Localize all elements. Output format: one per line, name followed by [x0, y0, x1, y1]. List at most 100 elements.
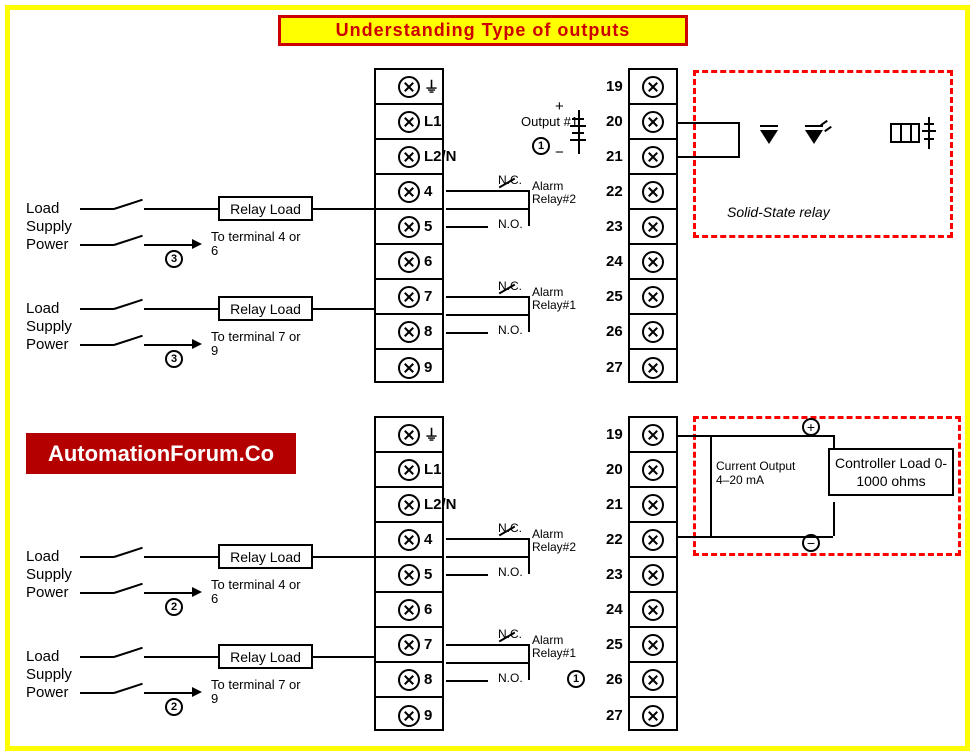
to-terminal-79: To terminal 7 or 9 — [211, 678, 301, 707]
num: 27 — [606, 359, 623, 376]
plus-terminal-icon: + — [802, 418, 820, 436]
wire — [678, 122, 738, 124]
wire — [80, 692, 114, 694]
terminal-9: 9 — [376, 698, 442, 733]
wire — [738, 122, 740, 158]
num: 3 — [171, 253, 177, 265]
screw-icon — [642, 529, 664, 551]
screw-icon — [642, 634, 664, 656]
alarm-relay1-label: Alarm Relay#1 — [532, 634, 587, 660]
wire — [80, 244, 114, 246]
wire — [446, 538, 488, 540]
num: 5 — [424, 566, 432, 583]
num: 23 — [606, 218, 623, 235]
terminal-4: 4 — [376, 523, 442, 558]
screw-icon — [398, 529, 420, 551]
to-terminal-46: To terminal 4 or 6 — [211, 230, 301, 259]
screw-icon — [398, 76, 420, 98]
wire — [446, 574, 488, 576]
circle-3b: 3 — [165, 350, 183, 368]
circle-3: 3 — [165, 250, 183, 268]
to-terminal-46: To terminal 4 or 6 — [211, 578, 301, 607]
nc-switch-icon — [488, 644, 528, 646]
num: 1 — [538, 140, 544, 152]
terminal-24: 24 — [630, 245, 676, 280]
screw-icon — [398, 146, 420, 168]
num: 19 — [606, 426, 623, 443]
nc-label: N.C. — [498, 173, 522, 187]
num: 4 — [424, 531, 432, 548]
relay-load-box: Relay Load — [218, 296, 313, 321]
screw-icon — [642, 111, 664, 133]
wire — [313, 656, 374, 658]
num: 25 — [606, 636, 623, 653]
diagram-frame: Understanding Type of outputs Automation… — [5, 5, 970, 751]
bottom-left-terminal-block: ⏚ L1 L2/N 4 5 6 7 8 9 — [374, 416, 444, 731]
plus-sign: + — [555, 98, 564, 115]
terminal-6: 6 — [376, 593, 442, 628]
nc-switch-icon — [488, 190, 528, 192]
switch-icon — [114, 234, 144, 256]
terminal-25: 25 — [630, 280, 676, 315]
terminal-22: 22 — [630, 175, 676, 210]
terminal-7: 7 — [376, 280, 442, 315]
diode-bar-icon — [760, 125, 778, 127]
load-label: Load — [26, 648, 59, 665]
supply-label: Supply — [26, 318, 72, 335]
terminal-6: 6 — [376, 245, 442, 280]
num: 24 — [606, 601, 623, 618]
terminal-19: 19 — [630, 70, 676, 105]
switch-icon — [114, 682, 144, 704]
power-label: Power — [26, 236, 69, 253]
terminal-5: 5 — [376, 210, 442, 245]
l2-label: L2/N — [424, 148, 457, 165]
screw-icon — [398, 705, 420, 727]
no-label: N.O. — [498, 565, 523, 579]
terminal-26: 26 — [630, 663, 676, 698]
wire — [80, 556, 114, 558]
wire — [446, 680, 488, 682]
wire — [446, 314, 528, 316]
terminal-8: 8 — [376, 315, 442, 350]
wire — [144, 556, 218, 558]
screw-icon — [642, 181, 664, 203]
supply-label: Supply — [26, 666, 72, 683]
terminal-20: 20 — [630, 105, 676, 140]
terminal: L2/N — [376, 488, 442, 523]
power-label: Power — [26, 336, 69, 353]
screw-icon — [642, 357, 664, 379]
alarm-relay2-label: Alarm Relay#2 — [532, 180, 587, 206]
num: 25 — [606, 288, 623, 305]
power-label: Power — [26, 584, 69, 601]
load-label: Load — [26, 548, 59, 565]
screw-icon — [642, 494, 664, 516]
relay-load-box: Relay Load — [218, 544, 313, 569]
wire — [80, 656, 114, 658]
wire — [528, 538, 530, 574]
controller-load-text: Controller Load 0-1000 ohms — [835, 455, 947, 489]
num: 19 — [606, 78, 623, 95]
arrow-icon — [192, 587, 202, 597]
num: 26 — [606, 671, 623, 688]
num: 23 — [606, 566, 623, 583]
num: 5 — [424, 218, 432, 235]
num: 20 — [606, 113, 623, 130]
current-output-label: Current Output 4–20 mA — [716, 460, 806, 488]
screw-icon — [398, 286, 420, 308]
wire — [80, 308, 114, 310]
screw-icon — [398, 669, 420, 691]
relay-load-box: Relay Load — [218, 196, 313, 221]
wire — [446, 332, 488, 334]
switch-icon — [114, 646, 144, 668]
wire — [144, 208, 218, 210]
no-label: N.O. — [498, 217, 523, 231]
nc-label: N.C. — [498, 521, 522, 535]
num: 8 — [424, 671, 432, 688]
led-icon — [805, 130, 823, 144]
wire — [313, 556, 374, 558]
terminal-21: 21 — [630, 140, 676, 175]
screw-icon — [398, 634, 420, 656]
switch-icon — [114, 582, 144, 604]
terminal-26: 26 — [630, 315, 676, 350]
num: 27 — [606, 707, 623, 724]
